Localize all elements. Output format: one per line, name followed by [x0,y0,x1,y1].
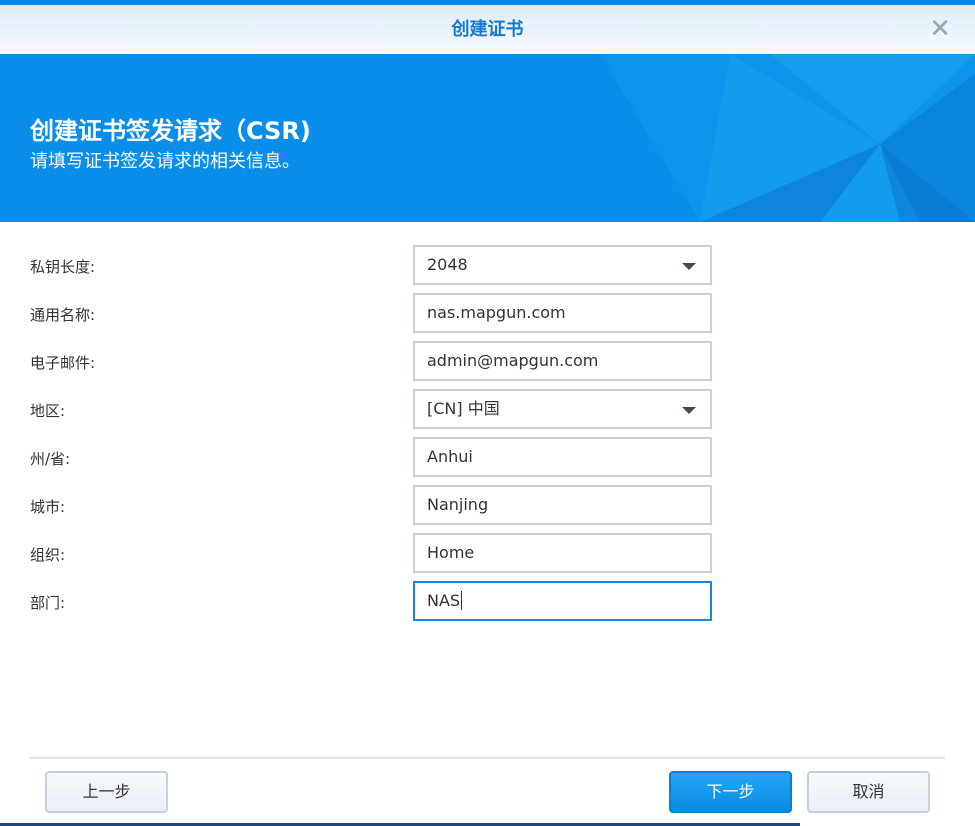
department-value: NAS [427,591,461,610]
form-row-city: 城市: Nanjing [30,485,712,525]
city-value: Nanjing [427,495,489,514]
chevron-down-icon[interactable] [682,407,696,414]
region-select[interactable]: [CN] 中国 [413,389,712,429]
next-button[interactable]: 下一步 [669,771,792,813]
banner-subtitle: 请填写证书签发请求的相关信息。 [30,151,300,172]
key-length-value: 2048 [427,255,468,274]
email-label: 电子邮件: [30,354,96,372]
form-row-department: 部门: NAS [30,581,712,621]
email-value: admin@mapgun.com [427,351,599,370]
close-icon[interactable]: ✕ [929,15,951,43]
region-label: 地区: [30,402,66,420]
cancel-button[interactable]: 取消 [807,771,930,813]
organization-input[interactable]: Home [413,533,712,573]
department-input[interactable]: NAS [413,581,712,621]
state-province-input[interactable]: Anhui [413,437,712,477]
key-length-label: 私钥长度: [30,258,96,276]
city-input[interactable]: Nanjing [413,485,712,525]
back-button[interactable]: 上一步 [45,771,168,813]
email-input[interactable]: admin@mapgun.com [413,341,712,381]
title-bar: 创建证书 ✕ [0,5,975,54]
header-banner: 创建证书签发请求（CSR) 请填写证书签发请求的相关信息。 [0,54,975,222]
form-row-common-name: 通用名称: nas.mapgun.com [30,293,712,333]
department-label: 部门: [30,594,66,612]
chevron-down-icon[interactable] [682,263,696,270]
common-name-label: 通用名称: [30,306,96,324]
banner-title: 创建证书签发请求（CSR) [30,117,311,145]
state-province-label: 州/省: [30,450,71,468]
organization-label: 组织: [30,546,66,564]
organization-value: Home [427,543,475,562]
city-label: 城市: [30,498,66,516]
common-name-input[interactable]: nas.mapgun.com [413,293,712,333]
footer-divider [30,756,945,759]
state-province-value: Anhui [427,447,473,466]
form-row-region: 地区: [CN] 中国 [30,389,712,429]
window-title: 创建证书 [451,19,524,40]
key-length-select[interactable]: 2048 [413,245,712,285]
form-row-key-length: 私钥长度: 2048 [30,245,712,285]
form-row-organization: 组织: Home [30,533,712,573]
region-value: [CN] 中国 [427,399,500,418]
form-row-state-province: 州/省: Anhui [30,437,712,477]
form-row-email: 电子邮件: admin@mapgun.com [30,341,712,381]
common-name-value: nas.mapgun.com [427,303,566,322]
